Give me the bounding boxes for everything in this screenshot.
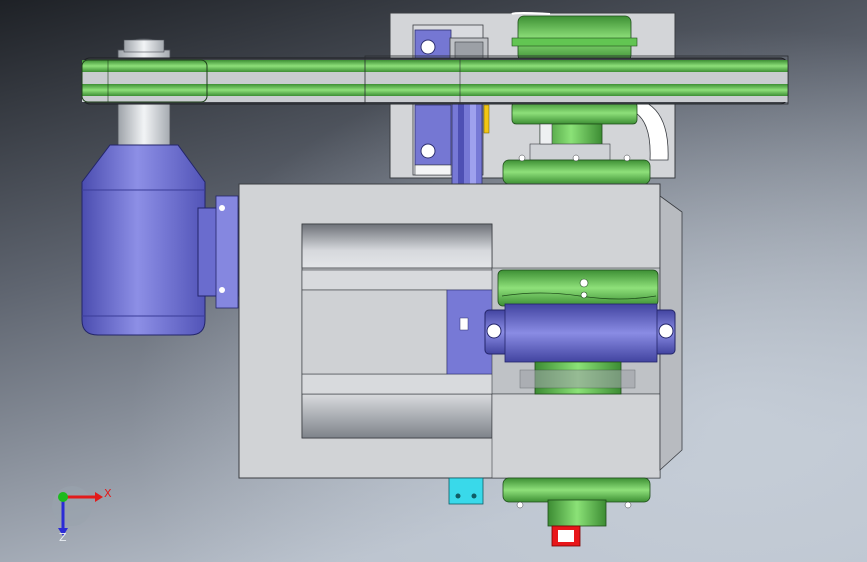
triad-z-label: Z <box>59 531 67 544</box>
triad-origin-shadow <box>52 486 92 526</box>
sensor-block[interactable] <box>448 477 484 505</box>
3d-viewport[interactable]: X Z <box>0 0 867 562</box>
triad-x-label: X <box>104 487 112 500</box>
triad-y-axis <box>58 492 68 502</box>
drive-belt[interactable] <box>81 55 789 105</box>
